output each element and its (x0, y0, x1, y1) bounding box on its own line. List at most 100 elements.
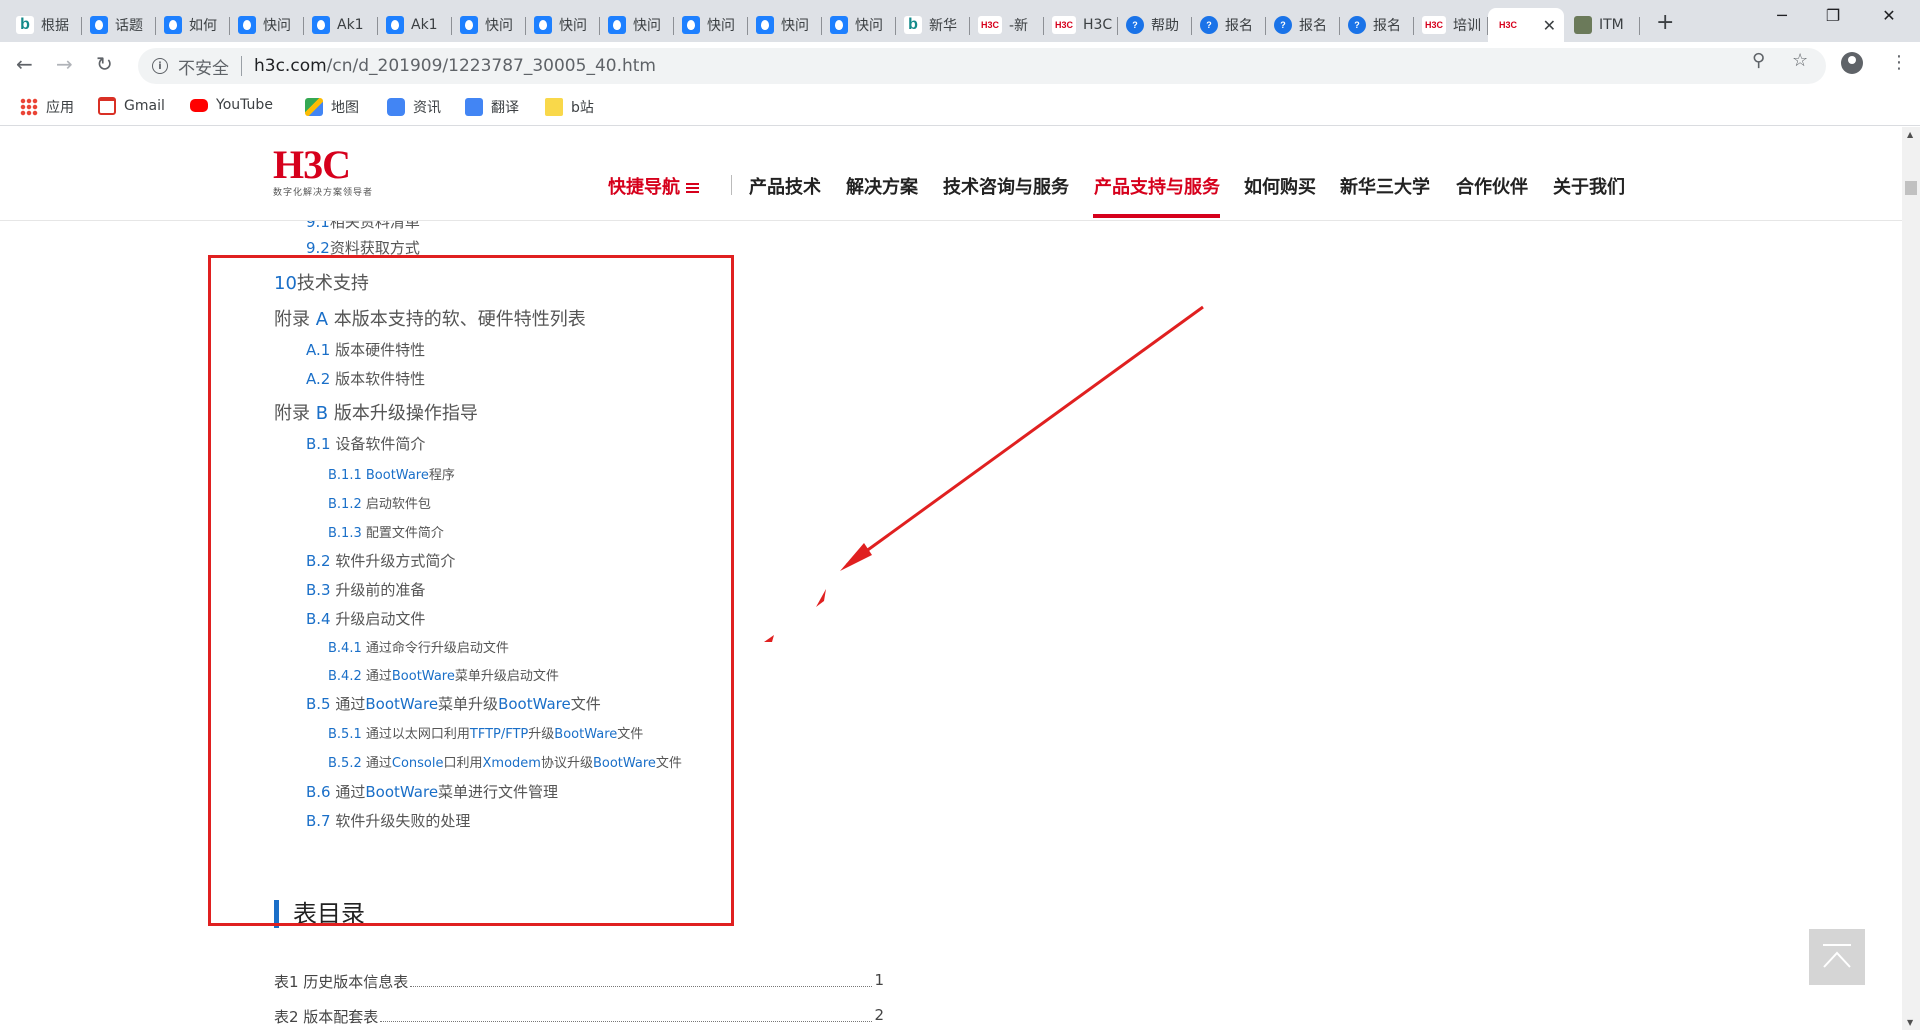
browser-tab-active[interactable]: H3C ✕ (1488, 8, 1564, 42)
page-scrollbar[interactable]: ▲ ▼ (1902, 127, 1920, 1030)
address-bar[interactable]: i 不安全 h3c.com/cn/d_201909/1223787_30005_… (138, 48, 1826, 84)
scrollbar-thumb[interactable] (1905, 181, 1917, 195)
reload-icon[interactable]: ↻ (96, 52, 113, 76)
nav-label: 快捷导航 (608, 177, 680, 198)
browser-tab[interactable]: 快问 (526, 8, 600, 42)
browser-tab[interactable]: H3C 培训 (1414, 8, 1488, 42)
scroll-up-icon[interactable]: ▲ (1907, 130, 1913, 139)
profile-avatar-icon[interactable] (1841, 52, 1863, 74)
arrow-shaft (846, 305, 1204, 567)
browser-toolbar: ← → ↻ i 不安全 h3c.com/cn/d_201909/1223787_… (0, 42, 1920, 90)
tab-title: 快问 (263, 18, 291, 34)
tab-title: 报名 (1299, 18, 1327, 34)
tab-title: H3C (1083, 17, 1113, 33)
back-arrow-icon[interactable]: ← (16, 52, 33, 76)
nav-item[interactable]: 如何购买 (1244, 173, 1316, 199)
tab-title: 快问 (855, 18, 883, 34)
browser-tab[interactable]: 快问 (600, 8, 674, 42)
browser-tab[interactable]: b 新华 (896, 8, 970, 42)
close-window-button[interactable]: ✕ (1866, 6, 1912, 25)
tab-title: 新华 (929, 18, 957, 34)
browser-tab[interactable]: 快问 (452, 8, 526, 42)
bookmark-label: 翻译 (491, 100, 519, 116)
browser-tab[interactable]: Ak1 (304, 8, 378, 42)
bookmark-gmail[interactable]: Gmail (98, 97, 165, 115)
bookmark-apps[interactable]: 应用 (20, 97, 74, 117)
nav-item[interactable]: 技术咨询与服务 (943, 173, 1069, 199)
more-menu-icon[interactable]: ⋮ (1890, 52, 1908, 73)
tab-title: 报名 (1225, 18, 1253, 34)
browser-tab[interactable]: ITM (1566, 8, 1640, 42)
bookmark-star-icon[interactable]: ☆ (1792, 50, 1808, 71)
maximize-button[interactable]: ❐ (1810, 6, 1856, 25)
browser-tab[interactable]: ? 报名 (1266, 8, 1340, 42)
tab-title: 快问 (781, 18, 809, 34)
nav-item[interactable]: 关于我们 (1553, 173, 1625, 199)
bookmark-label: b站 (571, 100, 594, 116)
arrow-head (840, 543, 872, 571)
zhihu-favicon-icon (756, 16, 774, 34)
bookmark-news[interactable]: 资讯 (387, 97, 441, 117)
url-host: h3c.com (254, 56, 327, 76)
nav-label: 如何购买 (1244, 177, 1316, 198)
info-icon[interactable]: i (152, 58, 168, 74)
browser-tab[interactable]: 如何 (156, 8, 230, 42)
browser-tab[interactable]: H3C H3C (1044, 8, 1118, 42)
tab-title: 话题 (115, 18, 143, 34)
browser-tab[interactable]: 快问 (230, 8, 304, 42)
bing-favicon-icon: b (904, 16, 922, 34)
nav-item[interactable]: 新华三大学 (1340, 173, 1430, 199)
bing-favicon-icon: b (16, 16, 34, 34)
nav-item[interactable]: 产品支持与服务 (1094, 173, 1220, 199)
tab-title: Ak1 (411, 17, 438, 33)
tab-title: 根据 (41, 18, 69, 34)
nav-label: 新华三大学 (1340, 177, 1430, 198)
bookmark-maps[interactable]: 地图 (305, 97, 359, 117)
browser-tab-strip: b 根据 话题 如何 快问 Ak1 Ak1 快问 快问 快问 快问 快问 快问 b 新华 H3C -新 H3C H3… (0, 0, 1920, 42)
browser-tab[interactable]: b 根据 (8, 8, 82, 42)
bookmark-folder[interactable]: b站 (545, 97, 594, 117)
browser-tab[interactable]: ? 报名 (1192, 8, 1266, 42)
tab-title: ITM (1599, 17, 1624, 33)
gmail-icon (98, 97, 116, 115)
browser-tab[interactable]: H3C -新 (970, 8, 1044, 42)
browser-tab[interactable]: ? 报名 (1340, 8, 1414, 42)
forward-arrow-icon[interactable]: → (56, 52, 73, 76)
browser-tab[interactable]: ? 帮助 (1118, 8, 1192, 42)
bookmarks-bar: 应用 Gmail YouTube 地图 资讯 翻译 b站 (0, 90, 1920, 126)
help-favicon-icon: ? (1200, 16, 1218, 34)
scroll-down-icon[interactable]: ▼ (1907, 1018, 1913, 1027)
browser-tab[interactable]: Ak1 (378, 8, 452, 42)
nav-item[interactable]: 解决方案 (846, 173, 918, 199)
nav-item[interactable]: 合作伙伴 (1456, 173, 1528, 199)
arrow-fragment (764, 635, 774, 642)
browser-tab[interactable]: 快问 (822, 8, 896, 42)
news-icon (387, 98, 405, 116)
logo-mark: H3C (273, 142, 351, 187)
tab-title: 快问 (633, 18, 661, 34)
folder-icon (545, 98, 563, 116)
new-tab-button[interactable]: + (1656, 10, 1674, 35)
apps-icon (20, 98, 38, 116)
image-favicon-icon (1574, 16, 1592, 34)
zoom-icon[interactable]: ⚲ (1752, 50, 1765, 71)
nav-label: 合作伙伴 (1456, 177, 1528, 198)
back-to-top-button[interactable] (1809, 929, 1865, 985)
zhihu-favicon-icon (238, 16, 256, 34)
help-favicon-icon: ? (1274, 16, 1292, 34)
site-header: H3C 数字化解决方案领导者 快捷导航 产品技术 解决方案 技术咨询与服务 产品支持与服… (0, 127, 1902, 221)
zhihu-favicon-icon (830, 16, 848, 34)
bookmark-youtube[interactable]: YouTube (190, 97, 273, 113)
minimize-button[interactable]: ─ (1759, 6, 1805, 25)
browser-tab[interactable]: 快问 (748, 8, 822, 42)
browser-tab[interactable]: 快问 (674, 8, 748, 42)
zhihu-favicon-icon (534, 16, 552, 34)
security-label: 不安全 (178, 58, 229, 79)
nav-item[interactable]: 产品技术 (749, 173, 821, 199)
page-viewport: H3C 数字化解决方案领导者 快捷导航 产品技术 解决方案 技术咨询与服务 产品支持与服… (0, 127, 1902, 1030)
bookmark-translate[interactable]: 翻译 (465, 97, 519, 117)
nav-item[interactable]: 快捷导航 (608, 173, 699, 199)
browser-tab[interactable]: 话题 (82, 8, 156, 42)
close-tab-icon[interactable]: ✕ (1543, 16, 1556, 35)
h3c-logo[interactable]: H3C 数字化解决方案领导者 (273, 142, 391, 199)
